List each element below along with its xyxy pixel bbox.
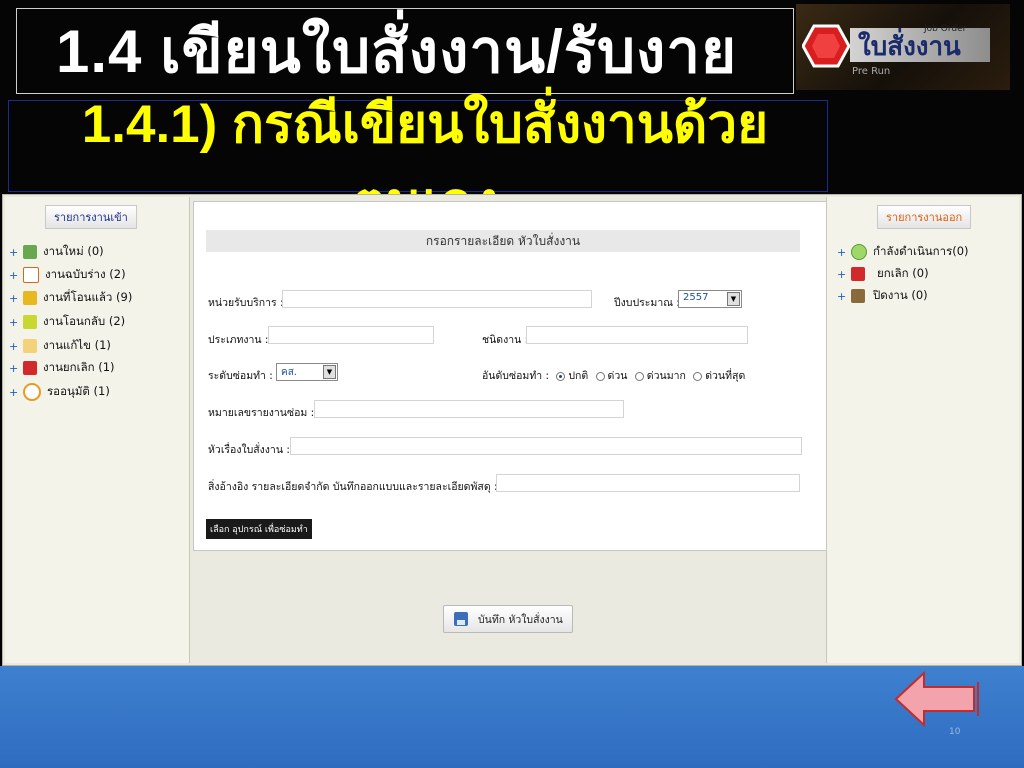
right-sidebar: รายการงานออก + กำลังดำเนินการ(0) + ยกเลิ… (826, 197, 1019, 663)
sidebar-item-label: กำลังดำเนินการ(0) (873, 244, 969, 258)
priority-radio-very-urgent[interactable] (634, 371, 644, 381)
subject-label: หัวเรื่องใบสั่งงาน : (208, 444, 290, 456)
chevron-down-icon: ▼ (323, 365, 336, 379)
service-unit-input[interactable] (282, 290, 592, 308)
new-job-icon (23, 245, 37, 259)
sidebar-item-closed[interactable]: + ปิดงาน (0) (837, 287, 928, 305)
job-type-label: ประเภทงาน : (208, 334, 269, 346)
priority-radio-most-urgent[interactable] (693, 371, 703, 381)
priority-radio-normal[interactable] (556, 371, 566, 381)
sidebar-item-edit[interactable]: + งานแก้ไข (1) (9, 337, 111, 355)
left-sidebar: รายการงานเข้า + งานใหม่ (0) + งานฉบับร่า… (5, 197, 190, 663)
report-number-label: หมายเลขรายงานซ่อม : (208, 407, 315, 419)
repair-level-label: ระดับซ่อมทำ : (208, 370, 273, 382)
sidebar-item-label: งานแก้ไข (1) (43, 338, 111, 352)
form-title: กรอกรายละเอียด หัวใบสั่งงาน (206, 230, 800, 252)
sidebar-item-transferred[interactable]: + งานที่โอนแล้ว (9) (9, 289, 132, 307)
priority-option-label: ด่วนที่สุด (705, 370, 746, 382)
cancel-icon (23, 361, 37, 375)
sidebar-item-in-progress[interactable]: + กำลังดำเนินการ(0) (837, 243, 969, 261)
transferred-icon (23, 291, 37, 305)
budget-year-select[interactable]: 2557 ▼ (678, 290, 742, 308)
sidebar-item-label: งานโอนกลับ (2) (43, 314, 126, 328)
budget-year-label: ปีงบประมาณ : (614, 297, 680, 309)
cancel-icon (851, 267, 865, 281)
sidebar-item-label: งานฉบับร่าง (2) (45, 267, 126, 281)
draft-icon (23, 267, 39, 283)
chevron-down-icon: ▼ (727, 292, 740, 306)
expand-icon[interactable]: + (837, 246, 851, 259)
sidebar-item-cancel[interactable]: + งานยกเลิก (1) (9, 359, 115, 377)
priority-option-label: ด่วนมาก (646, 370, 686, 382)
priority-label: อันดับซ่อมทำ : (482, 370, 550, 382)
subject-input[interactable] (290, 437, 802, 455)
logo-text: ใบสั่งงาน (858, 32, 961, 62)
footer-band (0, 666, 1024, 768)
reference-input[interactable] (496, 474, 800, 492)
expand-icon[interactable]: + (9, 292, 23, 305)
repair-level-value: คส. (281, 367, 297, 378)
sidebar-item-new[interactable]: + งานใหม่ (0) (9, 243, 104, 261)
job-type-input[interactable] (268, 326, 434, 344)
sidebar-item-label: งานใหม่ (0) (43, 244, 104, 258)
sidebar-item-label: ยกเลิก (0) (877, 266, 929, 280)
priority-option-label: ด่วน (607, 370, 628, 382)
sidebar-item-label: ปิดงาน (0) (873, 288, 928, 302)
slide-title: 1.4 เขียนใบสั่งงาน/รับงาย (56, 18, 738, 85)
save-button-label: บันทึก หัวใบสั่งงาน (478, 613, 563, 626)
save-header-button[interactable]: บันทึก หัวใบสั่งงาน (443, 605, 573, 633)
outgoing-jobs-header[interactable]: รายการงานออก (877, 205, 972, 229)
sidebar-item-cancelled[interactable]: + ยกเลิก (0) (837, 265, 929, 283)
closed-icon (851, 289, 865, 303)
expand-icon[interactable]: + (837, 290, 851, 303)
in-progress-icon (851, 244, 867, 260)
incoming-jobs-header[interactable]: รายการงานเข้า (45, 205, 137, 229)
priority-option-label: ปกติ (568, 370, 589, 382)
sidebar-item-draft[interactable]: + งานฉบับร่าง (2) (9, 266, 126, 284)
report-number-input[interactable] (314, 400, 624, 418)
sidebar-item-label: งานที่โอนแล้ว (9) (43, 290, 133, 304)
job-kind-input[interactable] (526, 326, 748, 344)
job-order-logo: Job Order ใบสั่งงาน Pre Run (796, 4, 1010, 90)
back-arrow-icon[interactable] (894, 670, 980, 728)
expand-icon[interactable]: + (837, 268, 851, 281)
clock-icon (23, 383, 41, 401)
priority-group: อันดับซ่อมทำ : ปกติ ด่วน ด่วนมาก ด่วนที่… (482, 367, 745, 384)
expand-icon[interactable]: + (9, 269, 23, 282)
sidebar-item-pending[interactable]: + รออนุมัติ (1) (9, 383, 110, 401)
expand-icon[interactable]: + (9, 246, 23, 259)
returned-icon (23, 315, 37, 329)
repair-level-select[interactable]: คส. ▼ (276, 363, 338, 381)
edit-icon (23, 339, 37, 353)
expand-icon[interactable]: + (9, 340, 23, 353)
page-number: 10 (949, 727, 961, 737)
app-window: รายการงานเข้า + งานใหม่ (0) + งานฉบับร่า… (2, 194, 1022, 666)
sidebar-item-label: รออนุมัติ (1) (47, 384, 110, 398)
expand-icon[interactable]: + (9, 362, 23, 375)
sidebar-item-returned[interactable]: + งานโอนกลับ (2) (9, 313, 125, 331)
expand-icon[interactable]: + (9, 316, 23, 329)
job-kind-label: ชนิดงาน : (482, 334, 529, 346)
save-disk-icon (454, 612, 468, 626)
select-equipment-button[interactable]: เลือก อุปกรณ์ เพื่อซ่อมทำ (206, 519, 312, 539)
sidebar-item-label: งานยกเลิก (1) (43, 360, 115, 374)
expand-icon[interactable]: + (9, 386, 23, 399)
job-order-form: กรอกรายละเอียด หัวใบสั่งงาน หน่วยรับบริก… (193, 201, 827, 551)
budget-year-value: 2557 (683, 292, 709, 303)
priority-radio-urgent[interactable] (595, 371, 605, 381)
logo-small-text: Pre Run (852, 66, 891, 77)
logo-hexagon-icon (802, 24, 850, 68)
reference-label: สิ่งอ้างอิง รายละเอียดจำกัด บันทึกออกแบบ… (208, 481, 498, 493)
service-unit-label: หน่วยรับบริการ : (208, 297, 284, 309)
